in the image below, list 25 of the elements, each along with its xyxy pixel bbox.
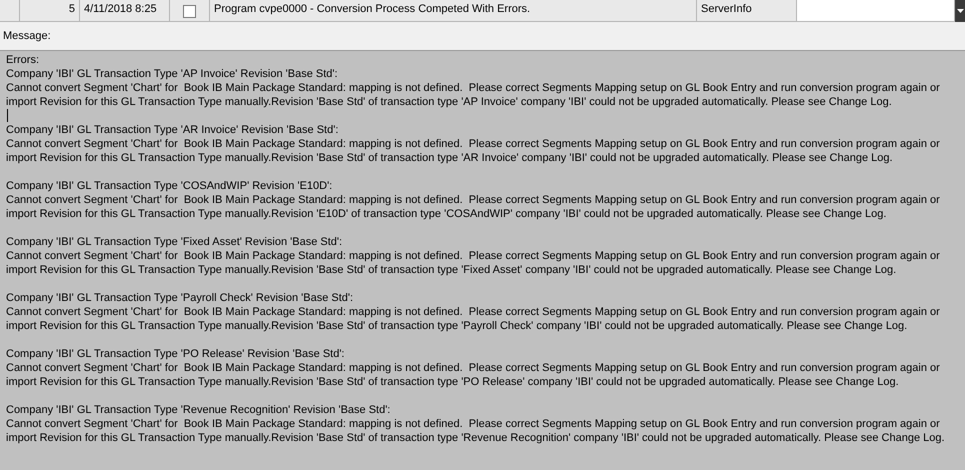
- error-message: Cannot convert Segment 'Chart' for Book IB Main Package Standard: mapping is not defined. Please correct Segments Mapping setup on GL Book Entry and run conversion program again or import Revision for this GL Transaction Type manually.Revision 'E10D' of transaction type 'COSAndWIP' company 'IBI' could not be upgraded automatically. Please see Change Log.: [6, 193, 941, 221]
- checkbox[interactable]: [183, 5, 196, 18]
- error-message: Cannot convert Segment 'Chart' for Book IB Main Package Standard: mapping is not defined. Please correct Segments Mapping setup on GL Book Entry and run conversion program again or import Revision for this GL Transaction Type manually.Revision 'Base Std' of transaction type 'AR Invoice' company 'IBI' could not be upgraded automatically. Please see Change Log.: [6, 137, 941, 165]
- error-heading: Company 'IBI' GL Transaction Type 'PO Release' Revision 'Base Std':: [6, 347, 346, 361]
- dropdown-button[interactable]: [955, 0, 965, 22]
- error-heading: Company 'IBI' GL Transaction Type 'Revenue Recognition' Revision 'Base Std':: [6, 403, 392, 417]
- table-cell: ServerInfo: [697, 0, 797, 22]
- message-text-area[interactable]: [0, 50, 965, 470]
- caret-icon: [956, 9, 964, 13]
- errors-heading: Errors:: [6, 53, 40, 67]
- error-heading: Company 'IBI' GL Transaction Type 'Fixed Asset' Revision 'Base Std':: [6, 235, 344, 249]
- field-label: Message:: [2, 29, 52, 44]
- error-heading: Company 'IBI' GL Transaction Type 'COSAndWIP' Revision 'E10D':: [6, 179, 334, 193]
- error-message: Cannot convert Segment 'Chart' for Book IB Main Package Standard: mapping is not defined. Please correct Segments Mapping setup on GL Book Entry and run conversion program again or import Revision for this GL Transaction Type manually.Revision 'Base Std' of transaction type 'Fixed Asset' company 'IBI' could not be upgraded automatically. Please see Change Log.: [6, 249, 941, 277]
- error-message: Cannot convert Segment 'Chart' for Book IB Main Package Standard: mapping is not defined. Please correct Segments Mapping setup on GL Book Entry and run conversion program again or import Revision for this GL Transaction Type manually.Revision 'Base Std' of transaction type 'Revenue Recognition' company 'IBI' could not be upgraded automatically. Please see Change Log.: [6, 417, 946, 445]
- error-heading: Company 'IBI' GL Transaction Type 'AP Invoice' Revision 'Base Std':: [6, 67, 339, 81]
- error-message: Cannot convert Segment 'Chart' for Book IB Main Package Standard: mapping is not defined. Please correct Segments Mapping setup on GL Book Entry and run conversion program again or import Revision for this GL Transaction Type manually.Revision 'Base Std' of transaction type 'Payroll Check' company 'IBI' could not be upgraded automatically. Please see Change Log.: [6, 305, 941, 333]
- table-cell: 4/11/2018 8:25: [80, 0, 170, 22]
- text-cursor: [7, 109, 8, 122]
- error-heading: Company 'IBI' GL Transaction Type 'AR Invoice' Revision 'Base Std':: [6, 123, 340, 137]
- table-cell: Program cvpe0000 - Conversion Process Competed With Errors.: [210, 0, 697, 22]
- error-message: Cannot convert Segment 'Chart' for Book IB Main Package Standard: mapping is not defined. Please correct Segments Mapping setup on GL Book Entry and run conversion program again or import Revision for this GL Transaction Type manually.Revision 'Base Std' of transaction type 'AP Invoice' company 'IBI' could not be upgraded automatically. Please see Change Log.: [6, 81, 941, 109]
- error-message: Cannot convert Segment 'Chart' for Book IB Main Package Standard: mapping is not defined. Please correct Segments Mapping setup on GL Book Entry and run conversion program again or import Revision for this GL Transaction Type manually.Revision 'Base Std' of transaction type 'PO Release' company 'IBI' could not be upgraded automatically. Please see Change Log.: [6, 361, 941, 389]
- error-heading: Company 'IBI' GL Transaction Type 'Payroll Check' Revision 'Base Std':: [6, 291, 354, 305]
- table-cell: 5: [20, 0, 80, 22]
